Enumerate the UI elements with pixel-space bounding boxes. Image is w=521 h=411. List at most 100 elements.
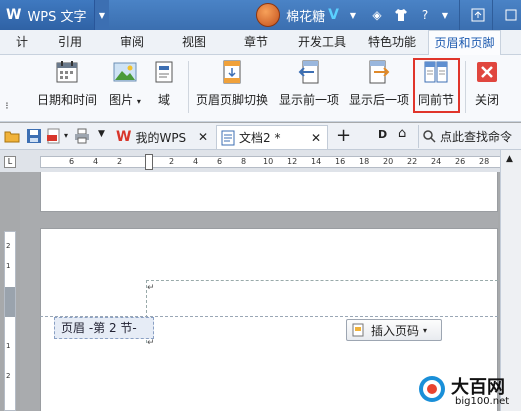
ruler-tick: 10 [263,157,274,166]
header-footer-switch-label: 页眉页脚切换 [195,93,268,107]
picture-button[interactable]: 图片 ▾ [106,59,144,117]
user-avatar[interactable] [256,3,281,27]
ruler-tick: 6 [217,157,223,166]
show-next-label: 显示后一项 [348,93,409,107]
field-button[interactable]: 域 [150,59,178,117]
search-icon [423,130,436,143]
divider [459,0,460,30]
divider [188,61,189,113]
highlight-box [413,58,460,113]
document-icon [221,130,235,145]
scroll-up-icon[interactable]: ▲ [506,154,513,164]
show-next-button[interactable]: 显示后一项 [346,59,412,117]
divider [492,0,493,30]
date-time-label: 日期和时间 [36,93,97,107]
command-search-label: 点此查找命令 [440,130,513,144]
pin-icon[interactable]: ⌂ [398,126,406,141]
insert-page-number-button[interactable]: 插入页码 ▾ [346,319,442,341]
watermark-url: big100.net [455,396,510,407]
app-menu-button[interactable]: W WPS 文字 [0,0,95,30]
close-tab-icon[interactable]: ✕ [198,130,208,144]
tab-special-features[interactable]: 特色功能 [360,30,424,55]
tab-my-wps-label: 我的WPS [135,130,187,145]
ruler-tick: 2 [6,372,11,380]
paragraph-mark-icon: ↵ [147,283,155,293]
close-icon [474,59,500,85]
page-number-icon [352,323,364,337]
export-dropdown-icon[interactable]: ▾ [64,131,68,140]
quick-access-toolbar: ▾ ▼ W 我的WPS ✕ 文档2 * ✕ + D ⌂ 点此查找命令 [0,123,521,150]
field-icon [151,59,177,85]
title-bar: W WPS 文字 ▼ 棉花糖 V ▼ ◈ ? ▼ [0,0,521,30]
user-dropdown-icon[interactable]: ▼ [343,5,363,25]
toolbar-more-icon[interactable]: ▼ [98,129,105,139]
date-time-button[interactable]: 日期和时间 [36,59,98,117]
print-icon[interactable] [74,128,90,144]
picture-icon [112,59,138,85]
app-menu-dropdown-icon[interactable]: ▼ [95,0,109,30]
ruler-tick: 6 [69,157,75,166]
tab-document-2[interactable]: 文档2 * ✕ [216,125,328,149]
skin-icon[interactable]: ◈ [367,5,387,25]
save-icon[interactable] [26,128,42,144]
ribbon-scroll-left-icon[interactable]: ⁝ [2,59,12,117]
divider [465,61,466,113]
new-tab-plus-icon[interactable]: + [336,125,351,146]
close-header-footer-button[interactable]: 关闭 [470,59,504,117]
ruler-tick: 1 [6,262,11,270]
tab-header-footer[interactable]: 页眉和页脚 [428,30,501,56]
ruler-tick: 1 [6,342,11,350]
minimize-to-tray-icon[interactable] [468,5,488,25]
title-bar-right: 棉花糖 V ▼ ◈ ? ▼ [256,0,521,30]
ruler-tick: 4 [93,157,99,166]
header-footer-switch-button[interactable]: 页眉页脚切换 [194,59,270,117]
ruler-tick: 28 [479,157,490,166]
indent-marker[interactable] [145,154,153,170]
close-tab-icon[interactable]: ✕ [311,131,321,145]
collapse-ribbon-icon[interactable]: D [378,128,387,141]
vertical-ruler[interactable]: 2 1 1 2 [4,231,16,411]
wps-logo-icon: W [6,7,22,23]
help-icon[interactable]: ? [415,5,435,25]
wps-red-logo-icon: W [116,129,132,145]
show-previous-button[interactable]: 显示前一项 [276,59,342,117]
ruler-tick: 22 [407,157,418,166]
user-name[interactable]: 棉花糖 [286,6,325,25]
ribbon-tab-bar: 计 引用 审阅 视图 章节 开发工具 特色功能 页眉和页脚 [0,30,521,56]
show-previous-label: 显示前一项 [278,93,339,107]
ruler-tick: 24 [431,157,442,166]
shirt-icon[interactable] [391,5,411,25]
help-dropdown-icon[interactable]: ▼ [435,5,455,25]
tab-section[interactable]: 章节 [234,30,278,55]
tab-my-wps[interactable]: W 我的WPS ✕ [112,125,214,149]
ruler-tick: 8 [241,157,247,166]
export-pdf-icon[interactable] [46,128,62,144]
open-folder-icon[interactable] [4,128,20,144]
ruler-tick: 20 [383,157,394,166]
show-next-icon [366,59,392,85]
show-previous-icon [296,59,322,85]
header-footer-switch-icon [219,59,245,85]
window-icon[interactable] [501,5,521,25]
tab-layout-partial[interactable]: 计 [10,30,34,55]
tab-references[interactable]: 引用 [48,30,92,55]
horizontal-ruler[interactable]: 6 4 2 2 4 6 8 10 12 14 16 18 20 22 24 26… [40,154,501,170]
vip-badge-icon: V [328,7,339,23]
picture-label: 图片 ▾ [109,93,141,107]
ruler-tick: 18 [359,157,370,166]
command-search[interactable]: 点此查找命令 [418,125,521,148]
watermark-logo-icon [419,376,445,402]
site-watermark: 大百网 big100.net [415,370,521,411]
ruler-tick: 2 [169,157,175,166]
tab-document-2-label: 文档2 * [239,131,281,145]
ruler-tick: 16 [335,157,346,166]
paragraph-mark-icon: ↵ [147,338,155,348]
ruler-margin-marker [5,287,15,317]
tab-review[interactable]: 审阅 [110,30,154,55]
tab-developer[interactable]: 开发工具 [290,30,354,55]
page-1-bottom[interactable] [40,172,498,212]
tab-view[interactable]: 视图 [172,30,216,55]
ruler-tick: 12 [287,157,298,166]
header-area-boundary [146,280,498,343]
tab-stop-selector[interactable]: L [4,156,16,168]
